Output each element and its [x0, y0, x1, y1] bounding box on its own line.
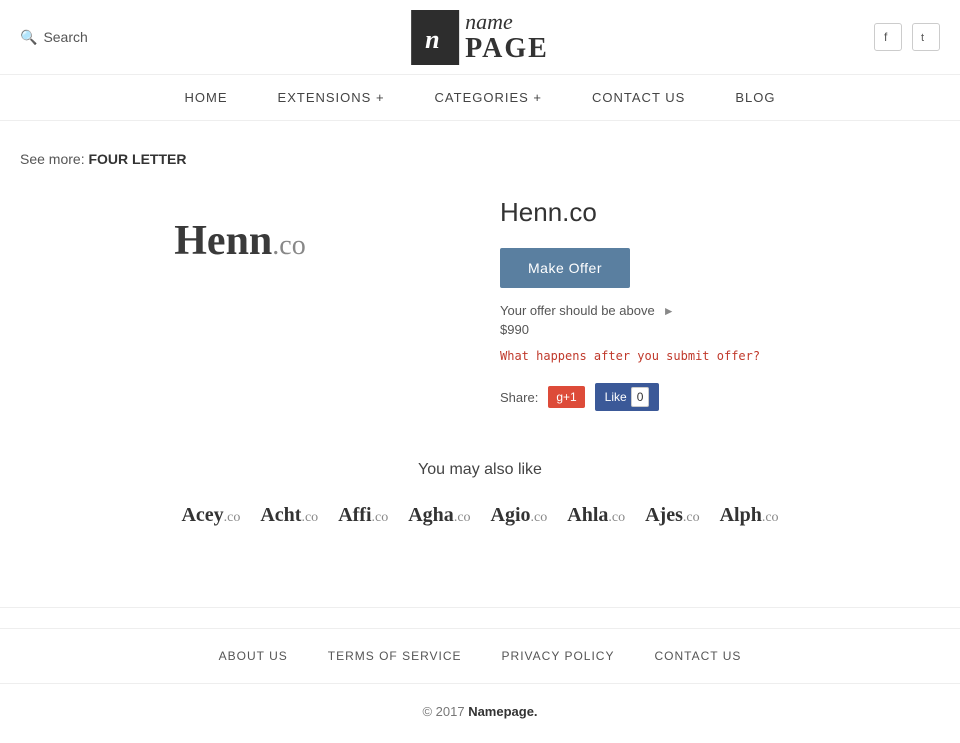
footer-copyright: © 2017 Namepage. [0, 684, 960, 739]
share-row: Share: g+1 Like 0 [500, 383, 940, 411]
social-icons: f t [874, 23, 940, 51]
logo[interactable]: n name PAGE [411, 10, 549, 65]
search-area[interactable]: 🔍 Search [20, 29, 88, 46]
footer-brand-link[interactable]: Namepage. [468, 704, 537, 719]
domain-title: Henn.co [500, 197, 940, 228]
svg-text:n: n [425, 25, 439, 54]
search-icon: 🔍 [20, 29, 37, 46]
similar-domain-ext: .co [301, 510, 318, 525]
logo-name: name [465, 10, 549, 34]
footer-link-contact[interactable]: CONTACT US [654, 649, 741, 663]
nav-item-home[interactable]: HOME [185, 90, 228, 105]
offer-price: $990 [500, 322, 940, 337]
footer-links: ABOUT US TERMS OF SERVICE PRIVACY POLICY… [0, 628, 960, 684]
similar-domain-item[interactable]: Alph.co [720, 504, 779, 527]
footer-link-about[interactable]: ABOUT US [219, 649, 288, 663]
logo-area: n name PAGE [411, 10, 549, 65]
similar-domain-item[interactable]: Acey.co [181, 504, 240, 527]
similar-domain-item[interactable]: Ajes.co [645, 504, 699, 527]
fb-like-count: 0 [631, 387, 650, 407]
logo-page: PAGE [465, 34, 549, 65]
what-happens-link[interactable]: What happens after you submit offer? [500, 349, 940, 363]
domain-logo-name: Henn [174, 218, 272, 264]
main-nav: HOME EXTENSIONS + CATEGORIES + CONTACT U… [0, 75, 960, 121]
main-divider [0, 607, 960, 608]
footer: ABOUT US TERMS OF SERVICE PRIVACY POLICY… [0, 628, 960, 739]
svg-text:t: t [921, 32, 924, 44]
offer-hint-text: Your offer should be above [500, 303, 655, 318]
also-like-section: You may also like Acey.coAcht.coAffi.coA… [20, 461, 940, 527]
domain-logo-display: Henn.co [174, 217, 305, 265]
make-offer-button[interactable]: Make Offer [500, 248, 630, 288]
similar-domain-item[interactable]: Agio.co [491, 504, 548, 527]
similar-domain-ext: .co [608, 510, 625, 525]
footer-link-terms[interactable]: TERMS OF SERVICE [328, 649, 462, 663]
google-plus-label: g+1 [556, 390, 576, 404]
breadcrumb-link[interactable]: FOUR LETTER [88, 151, 186, 167]
nav-item-extensions[interactable]: EXTENSIONS + [278, 90, 385, 105]
offer-hint: Your offer should be above ► [500, 303, 940, 318]
main-content: See more: FOUR LETTER Henn.co Henn.co Ma… [0, 121, 960, 587]
footer-link-privacy[interactable]: PRIVACY POLICY [502, 649, 615, 663]
search-label[interactable]: Search [43, 29, 87, 45]
header: 🔍 Search n name PAGE f t [0, 0, 960, 75]
nav-item-blog[interactable]: BLOG [735, 90, 775, 105]
google-plus-button[interactable]: g+1 [548, 386, 584, 408]
logo-text: name PAGE [465, 10, 549, 65]
similar-domain-ext: .co [224, 510, 241, 525]
similar-domain-item[interactable]: Agha.co [408, 504, 470, 527]
domain-logo-ext: .co [272, 230, 305, 261]
similar-domain-item[interactable]: Affi.co [338, 504, 388, 527]
similar-domains-list: Acey.co Acht.co Affi.co Agha.co Agio.co Ahla.… [20, 504, 940, 527]
similar-domain-ext: .co [683, 510, 700, 525]
facebook-icon[interactable]: f [874, 23, 902, 51]
breadcrumb-prefix: See more: [20, 151, 85, 167]
logo-icon: n [411, 10, 459, 65]
also-like-title: You may also like [20, 461, 940, 479]
copyright-text: © 2017 [422, 704, 464, 719]
domain-logo-area: Henn.co [20, 187, 460, 411]
nav-item-categories[interactable]: CATEGORIES + [435, 90, 542, 105]
twitter-icon[interactable]: t [912, 23, 940, 51]
similar-domain-ext: .co [531, 510, 548, 525]
svg-text:f: f [884, 30, 888, 44]
similar-domain-ext: .co [454, 510, 471, 525]
similar-domain-item[interactable]: Acht.co [260, 504, 318, 527]
facebook-like-button[interactable]: Like 0 [595, 383, 660, 411]
similar-domain-item[interactable]: Ahla.co [567, 504, 625, 527]
fb-like-label: Like [605, 390, 627, 404]
offer-hint-arrow: ► [663, 304, 675, 318]
similar-domain-ext: .co [372, 510, 389, 525]
share-label: Share: [500, 390, 538, 405]
domain-info: Henn.co Make Offer Your offer should be … [500, 187, 940, 411]
content-area: Henn.co Henn.co Make Offer Your offer sh… [20, 187, 940, 411]
breadcrumb: See more: FOUR LETTER [20, 151, 940, 167]
similar-domain-ext: .co [762, 510, 779, 525]
nav-item-contact[interactable]: CONTACT US [592, 90, 685, 105]
